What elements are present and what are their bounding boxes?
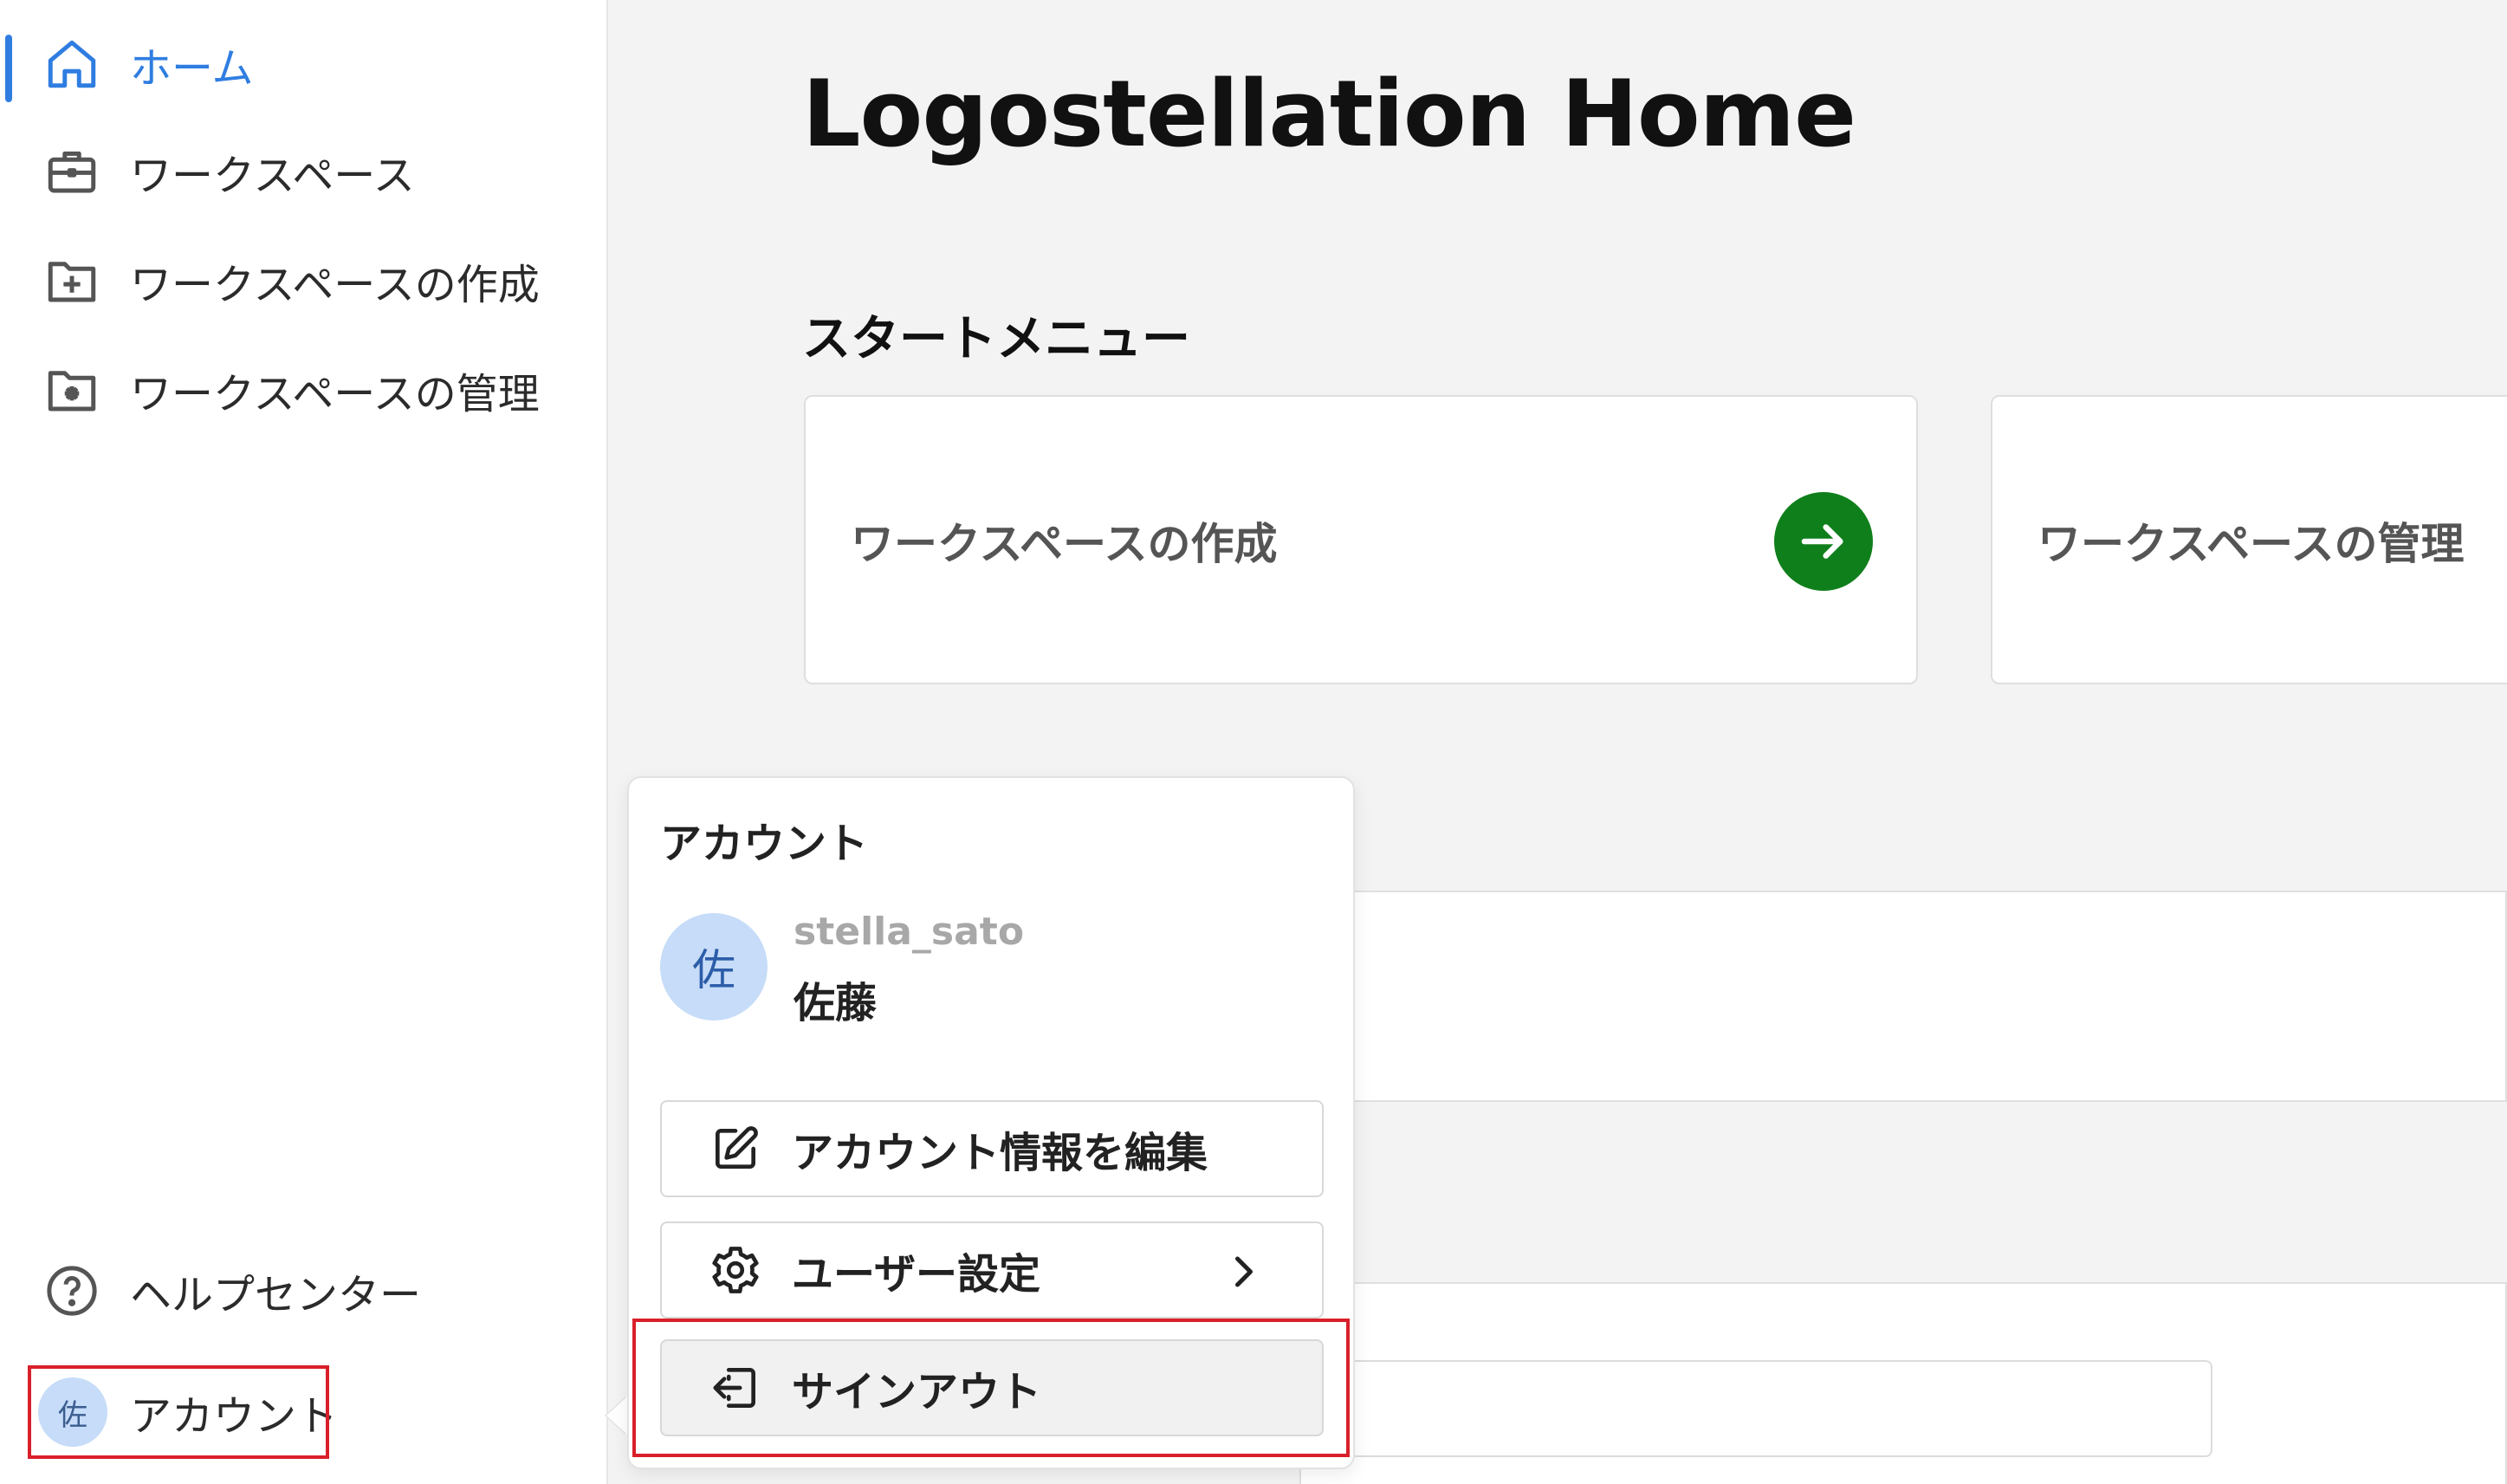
avatar: 佐: [660, 913, 768, 1021]
username: stella_sato: [794, 910, 1025, 954]
popover-caret: [606, 1397, 627, 1435]
page-title: Logostellation Home: [802, 61, 1856, 167]
sidebar-item-workspaces[interactable]: ワークスペース: [43, 137, 415, 206]
chevron-right-icon: [1235, 1256, 1253, 1287]
go-button[interactable]: [1774, 492, 1873, 591]
home-icon: [43, 34, 104, 94]
edit-account-label: アカウント情報を編集: [792, 1129, 1208, 1177]
sidebar-item-label: ワークスペースの作成: [130, 261, 540, 309]
folder-plus-icon: [43, 250, 104, 311]
start-menu-title: スタートメニュー: [802, 311, 1190, 367]
sidebar-item-label: ワークスペース: [130, 152, 415, 200]
edit-icon: [709, 1121, 764, 1176]
sidebar-item-create-workspace[interactable]: ワークスペースの作成: [43, 246, 540, 315]
card-label: ワークスペースの管理: [2037, 519, 2465, 569]
content-panel: [1299, 1100, 2507, 1284]
sidebar: ホーム ワークスペース ワークスペースの作成 ワークスペースの管理 ヘルプセンタ…: [0, 0, 608, 1484]
sidebar-item-label: ワークスペースの管理: [130, 370, 540, 418]
display-name: 佐藤: [794, 979, 878, 1027]
signout-highlight-box: [632, 1319, 1350, 1457]
text-input[interactable]: [1325, 1360, 2212, 1457]
edit-account-button[interactable]: アカウント情報を編集: [660, 1100, 1324, 1197]
sidebar-item-help-center[interactable]: ヘルプセンター: [43, 1256, 421, 1325]
card-manage-workspace[interactable]: ワークスペースの管理: [1991, 395, 2507, 684]
card-create-workspace[interactable]: ワークスペースの作成: [804, 395, 1918, 684]
sidebar-item-label: ホーム: [130, 44, 254, 93]
gear-icon: [709, 1242, 764, 1298]
active-indicator: [5, 35, 12, 102]
account-highlight-box: [28, 1365, 329, 1459]
sidebar-item-home[interactable]: ホーム: [43, 29, 254, 99]
user-settings-label: ユーザー設定: [792, 1250, 1041, 1299]
arrow-right-icon: [1801, 524, 1843, 559]
card-label: ワークスペースの作成: [851, 519, 1278, 569]
help-circle-icon: [43, 1260, 104, 1321]
user-settings-button[interactable]: ユーザー設定: [660, 1222, 1324, 1319]
briefcase-icon: [43, 141, 104, 202]
help-center-label: ヘルプセンター: [130, 1271, 422, 1319]
folder-gear-icon: [43, 360, 104, 420]
popover-title: アカウント: [660, 820, 869, 868]
content-panel: [1299, 891, 2507, 1102]
sidebar-item-manage-workspace[interactable]: ワークスペースの管理: [43, 355, 540, 424]
